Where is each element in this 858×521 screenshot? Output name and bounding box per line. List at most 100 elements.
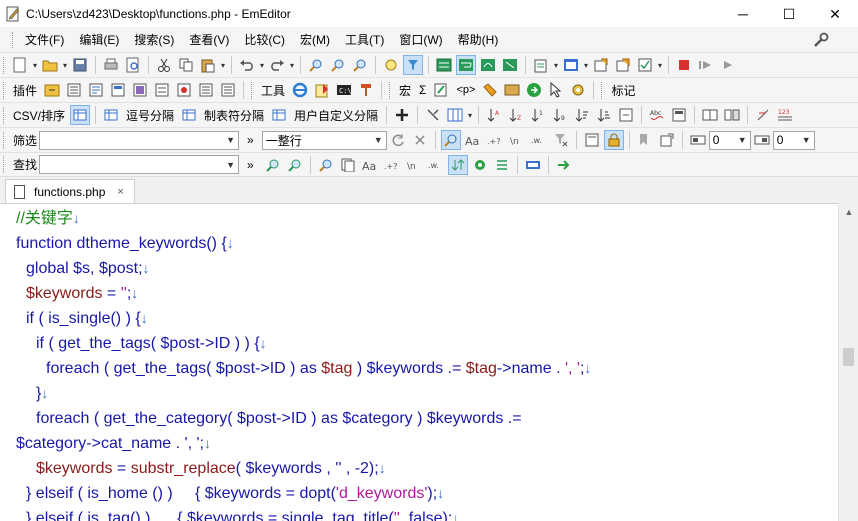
menu-grip[interactable] <box>12 32 15 48</box>
chevron-down-icon[interactable]: ▼ <box>802 135 811 145</box>
code-editor[interactable]: //关键字↓ function dtheme_keywords() {↓ glo… <box>0 203 838 521</box>
projects-plugin-icon[interactable] <box>108 80 128 100</box>
explorer-plugin-icon[interactable] <box>42 80 62 100</box>
checklist-icon[interactable] <box>635 55 655 75</box>
find-whole-word-icon[interactable]: .w. <box>426 155 446 175</box>
clear-filter-icon[interactable] <box>410 130 430 150</box>
filter-input[interactable]: ▼ <box>39 130 239 150</box>
find-output-icon[interactable] <box>523 155 543 175</box>
regex-icon[interactable]: .+? <box>485 130 505 150</box>
ruler-icon[interactable] <box>753 105 773 125</box>
paste-dropdown-icon[interactable]: ▾ <box>219 61 227 70</box>
user-separated-icon[interactable] <box>269 105 289 125</box>
sort-number-ascending-icon[interactable]: 1 <box>528 105 548 125</box>
chevron-down-icon[interactable]: ▼ <box>738 135 747 145</box>
minimize-button[interactable]: ─ <box>720 0 766 28</box>
new-dropdown-icon[interactable]: ▾ <box>31 61 39 70</box>
menu-edit[interactable]: 编辑(E) <box>73 30 125 50</box>
extract-filter-icon[interactable] <box>657 130 677 150</box>
find-escape-icon[interactable]: \n <box>404 155 424 175</box>
new-file-icon[interactable] <box>10 55 30 75</box>
open-folder-icon[interactable] <box>40 55 60 75</box>
tag-macro-icon[interactable] <box>480 80 500 100</box>
spell-plugin-icon[interactable] <box>218 80 238 100</box>
bookmark-filter-icon[interactable] <box>635 130 655 150</box>
tab-functions-php[interactable]: functions.php × <box>5 179 135 204</box>
filter-icon[interactable] <box>403 55 423 75</box>
notepad-tool-icon[interactable] <box>312 80 332 100</box>
sort-number-descending-icon[interactable]: 9 <box>550 105 570 125</box>
paragraph-tag-button[interactable]: <p> <box>452 84 479 96</box>
find-regex-icon[interactable]: .+? <box>382 155 402 175</box>
escape-sequence-icon[interactable]: \n <box>507 130 527 150</box>
sigma-macro-button[interactable]: Σ <box>415 83 430 97</box>
chevron-down-icon[interactable]: ▼ <box>374 135 383 145</box>
command-prompt-icon[interactable]: C:\ <box>334 80 354 100</box>
find-list-icon[interactable] <box>492 155 512 175</box>
vertical-scrollbar[interactable]: ▲ <box>838 203 858 521</box>
line-numbers-icon[interactable]: 123 <box>775 105 795 125</box>
tab-separated-icon[interactable] <box>179 105 199 125</box>
emeditor-app-icon[interactable] <box>6 6 20 22</box>
menu-tools[interactable]: 工具(T) <box>339 30 390 50</box>
cut-icon[interactable] <box>154 55 174 75</box>
edit-macro-icon[interactable] <box>431 80 451 100</box>
context-after-icon[interactable] <box>752 130 772 150</box>
record-macro-icon[interactable] <box>674 55 694 75</box>
column-view-dropdown-icon[interactable]: ▾ <box>466 111 474 120</box>
charmap-plugin-icon[interactable] <box>174 80 194 100</box>
find-next-bar-icon[interactable] <box>285 155 305 175</box>
column-view-icon[interactable] <box>445 105 465 125</box>
mark-icon[interactable] <box>591 55 611 75</box>
find-wrap-icon[interactable] <box>447 154 468 175</box>
undo-dropdown-icon[interactable]: ▾ <box>258 61 266 70</box>
redo-icon[interactable] <box>267 55 287 75</box>
chevron-down-icon[interactable]: ▼ <box>226 135 235 145</box>
run-macro-icon[interactable] <box>696 55 716 75</box>
checklist-dropdown-icon[interactable]: ▾ <box>656 61 664 70</box>
outline-plugin-icon[interactable] <box>64 80 84 100</box>
redo-dropdown-icon[interactable]: ▾ <box>288 61 296 70</box>
filter-mode-select[interactable]: 一整行 ▼ <box>261 130 387 150</box>
find-prev-icon[interactable] <box>350 55 370 75</box>
window-icon[interactable] <box>561 55 581 75</box>
find-more-button[interactable]: » <box>243 158 258 172</box>
wrench-icon[interactable] <box>812 31 830 49</box>
bookmark-icon[interactable] <box>613 55 633 75</box>
wrap-page-icon[interactable] <box>500 55 520 75</box>
refresh-filter-icon[interactable] <box>388 130 408 150</box>
word-wrap-icon[interactable] <box>456 55 476 75</box>
web-preview-plugin-icon[interactable] <box>130 80 150 100</box>
scroll-up-icon[interactable]: ▲ <box>839 203 858 221</box>
close-button[interactable]: ✕ <box>812 0 858 28</box>
clipboard-history-icon[interactable] <box>531 55 551 75</box>
filter-more-button[interactable]: » <box>243 133 258 147</box>
find-match-case-icon[interactable]: Aa <box>360 155 380 175</box>
scrollbar-thumb[interactable] <box>843 348 854 366</box>
menu-compare[interactable]: 比较(C) <box>238 30 291 50</box>
filter-find-icon[interactable] <box>440 130 461 150</box>
print-preview-icon[interactable] <box>123 55 143 75</box>
keyboard-map-icon[interactable] <box>669 105 689 125</box>
highlight-find-icon[interactable] <box>381 55 401 75</box>
copy-icon[interactable] <box>176 55 196 75</box>
split-window-icon[interactable] <box>700 105 720 125</box>
paste-icon[interactable] <box>198 55 218 75</box>
snippets-plugin-icon[interactable] <box>86 80 106 100</box>
context-before-select[interactable]: 0 ▼ <box>708 130 751 150</box>
comma-separated-icon[interactable] <box>101 105 121 125</box>
hammer-tool-icon[interactable] <box>356 80 376 100</box>
select-macro-icon[interactable] <box>502 80 522 100</box>
spell-check-icon[interactable]: Abc <box>647 105 667 125</box>
internet-explorer-icon[interactable] <box>290 80 310 100</box>
advanced-filter-icon[interactable] <box>582 130 602 150</box>
find-go-icon[interactable] <box>554 155 574 175</box>
lock-filter-icon[interactable] <box>603 130 624 150</box>
sort-length-ascending-icon[interactable] <box>572 105 592 125</box>
word-count-plugin-icon[interactable] <box>152 80 172 100</box>
comma-separated-button[interactable]: 逗号分隔 <box>122 107 178 124</box>
context-after-select[interactable]: 0 ▼ <box>772 130 815 150</box>
context-before-icon[interactable] <box>688 130 708 150</box>
save-icon[interactable] <box>70 55 90 75</box>
find-input[interactable]: ▼ <box>39 155 239 174</box>
